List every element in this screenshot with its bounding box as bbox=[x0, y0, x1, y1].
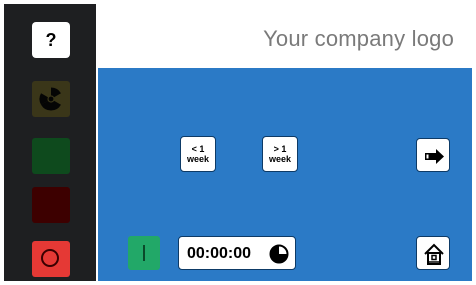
red-status-button[interactable] bbox=[32, 187, 70, 223]
next-week-line1: > 1 bbox=[273, 144, 287, 154]
start-bar-icon bbox=[143, 245, 145, 261]
forward-button[interactable] bbox=[416, 138, 450, 172]
next-week-button[interactable]: > 1 week bbox=[262, 136, 298, 172]
previous-week-button[interactable]: < 1 week bbox=[180, 136, 216, 172]
previous-week-line1: < 1 bbox=[191, 144, 205, 154]
green-status-button[interactable] bbox=[32, 138, 70, 174]
start-button[interactable] bbox=[128, 236, 160, 270]
help-button[interactable]: ? bbox=[32, 22, 70, 58]
stop-circle-icon bbox=[41, 249, 59, 267]
header: Your company logo bbox=[98, 4, 472, 68]
timer-value: 00:00:00 bbox=[187, 245, 252, 262]
home-button[interactable] bbox=[416, 236, 450, 270]
pie-clock-icon bbox=[269, 244, 289, 264]
previous-week-line2: week bbox=[186, 154, 210, 164]
timer-display[interactable]: 00:00:00 bbox=[178, 236, 296, 270]
home-icon bbox=[424, 243, 444, 265]
arrow-right-icon bbox=[425, 149, 444, 164]
radiation-button[interactable] bbox=[32, 81, 70, 117]
stop-button[interactable] bbox=[32, 241, 70, 277]
radiation-icon bbox=[39, 87, 61, 111]
next-week-line2: week bbox=[268, 154, 292, 164]
main-panel: < 1 week > 1 week 00:00:00 bbox=[98, 68, 472, 281]
company-logo: Your company logo bbox=[263, 26, 454, 51]
sidebar: ? bbox=[4, 4, 96, 281]
